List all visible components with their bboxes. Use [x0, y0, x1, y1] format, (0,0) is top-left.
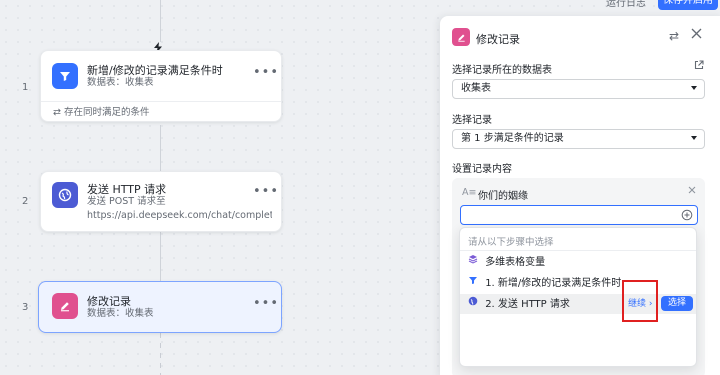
- panel-title: 修改记录: [476, 33, 520, 46]
- connector-line: [160, 125, 161, 171]
- table-select[interactable]: 收集表: [452, 79, 705, 99]
- table-label: 选择记录所在的数据表: [452, 65, 552, 76]
- field-name: 你们的姻缘: [478, 191, 528, 202]
- more-options-icon[interactable]: •••: [253, 296, 279, 311]
- table-select-value: 收集表: [461, 83, 491, 94]
- more-options-icon[interactable]: •••: [253, 65, 279, 80]
- step-card-http[interactable]: 发送 HTTP 请求 发送 POST 请求至 https://api.deeps…: [40, 171, 282, 232]
- insert-variable-icon[interactable]: [681, 209, 693, 224]
- globe-icon: [52, 182, 78, 208]
- filter-icon: [52, 63, 78, 89]
- more-options-icon[interactable]: •••: [253, 184, 279, 199]
- choose-button[interactable]: 选择: [661, 296, 694, 311]
- step-card-edit-record[interactable]: 修改记录 数据表：收集表 •••: [38, 281, 282, 333]
- highlight-annotation-box: [622, 280, 658, 322]
- edit-record-panel: 修改记录 ⇄ 选择记录所在的数据表 收集表 选择记录 第 1 步满足条件的记录 …: [440, 16, 720, 375]
- connector-line: [160, 232, 161, 282]
- edit-icon: [52, 293, 78, 319]
- step-url: https://api.deepseek.com/chat/completi..…: [87, 210, 272, 221]
- dropdown-item-step-2[interactable]: 2. 发送 HTTP 请求 继续 › 选择: [460, 294, 696, 314]
- remove-field-icon[interactable]: [688, 186, 696, 197]
- edit-icon: [452, 28, 470, 46]
- chevron-down-icon: [691, 86, 697, 90]
- step-subtitle: 数据表：收集表: [87, 77, 154, 88]
- condition-text: 存在同时满足的条件: [63, 107, 150, 118]
- condition-bar[interactable]: ⇄ 存在同时满足的条件: [41, 101, 281, 122]
- condition-icon: ⇄: [53, 107, 64, 118]
- record-label: 选择记录: [452, 115, 492, 126]
- step-number: 1: [22, 82, 29, 93]
- divider: [460, 250, 696, 251]
- step-subtitle: 发送 POST 请求至: [87, 196, 166, 207]
- save-and-enable-button[interactable]: 保存并启用: [658, 0, 718, 10]
- step-card-trigger[interactable]: 新增/修改的记录满足条件时 数据表：收集表 ••• ⇄ 存在同时满足的条件: [40, 50, 282, 122]
- variable-dropdown: 请从以下步骤中选择 多维表格变量 1. 新增/修改的记录满足条件时 2. 发送 …: [459, 227, 697, 367]
- record-select[interactable]: 第 1 步满足条件的记录: [452, 129, 705, 149]
- field-value-input[interactable]: [460, 205, 698, 225]
- layers-icon: [468, 252, 478, 272]
- connector-dashed-line: [160, 333, 161, 375]
- step-number: 3: [22, 302, 29, 313]
- text-field-icon: A≡: [462, 187, 477, 198]
- dropdown-item-label: 多维表格变量: [485, 257, 546, 268]
- dropdown-item-table-variable[interactable]: 多维表格变量: [460, 252, 696, 272]
- chevron-down-icon: [691, 136, 697, 140]
- open-external-icon[interactable]: [694, 60, 704, 73]
- connector-line: [160, 0, 161, 42]
- dropdown-item-label: 1. 新增/修改的记录满足条件时: [485, 278, 622, 289]
- content-label: 设置记录内容: [452, 164, 512, 175]
- swap-icon[interactable]: ⇄: [669, 29, 679, 43]
- close-icon[interactable]: [691, 28, 702, 42]
- step-subtitle: 数据表：收集表: [87, 308, 154, 319]
- filter-icon: [468, 273, 478, 293]
- run-log-link[interactable]: 运行日志: [606, 0, 646, 9]
- dropdown-item-step-1[interactable]: 1. 新增/修改的记录满足条件时: [460, 273, 696, 293]
- dropdown-item-label: 2. 发送 HTTP 请求: [485, 299, 570, 310]
- dropdown-header: 请从以下步骤中选择: [468, 237, 554, 248]
- step-number: 2: [22, 196, 29, 207]
- globe-icon: [468, 294, 478, 314]
- record-select-value: 第 1 步满足条件的记录: [461, 133, 564, 144]
